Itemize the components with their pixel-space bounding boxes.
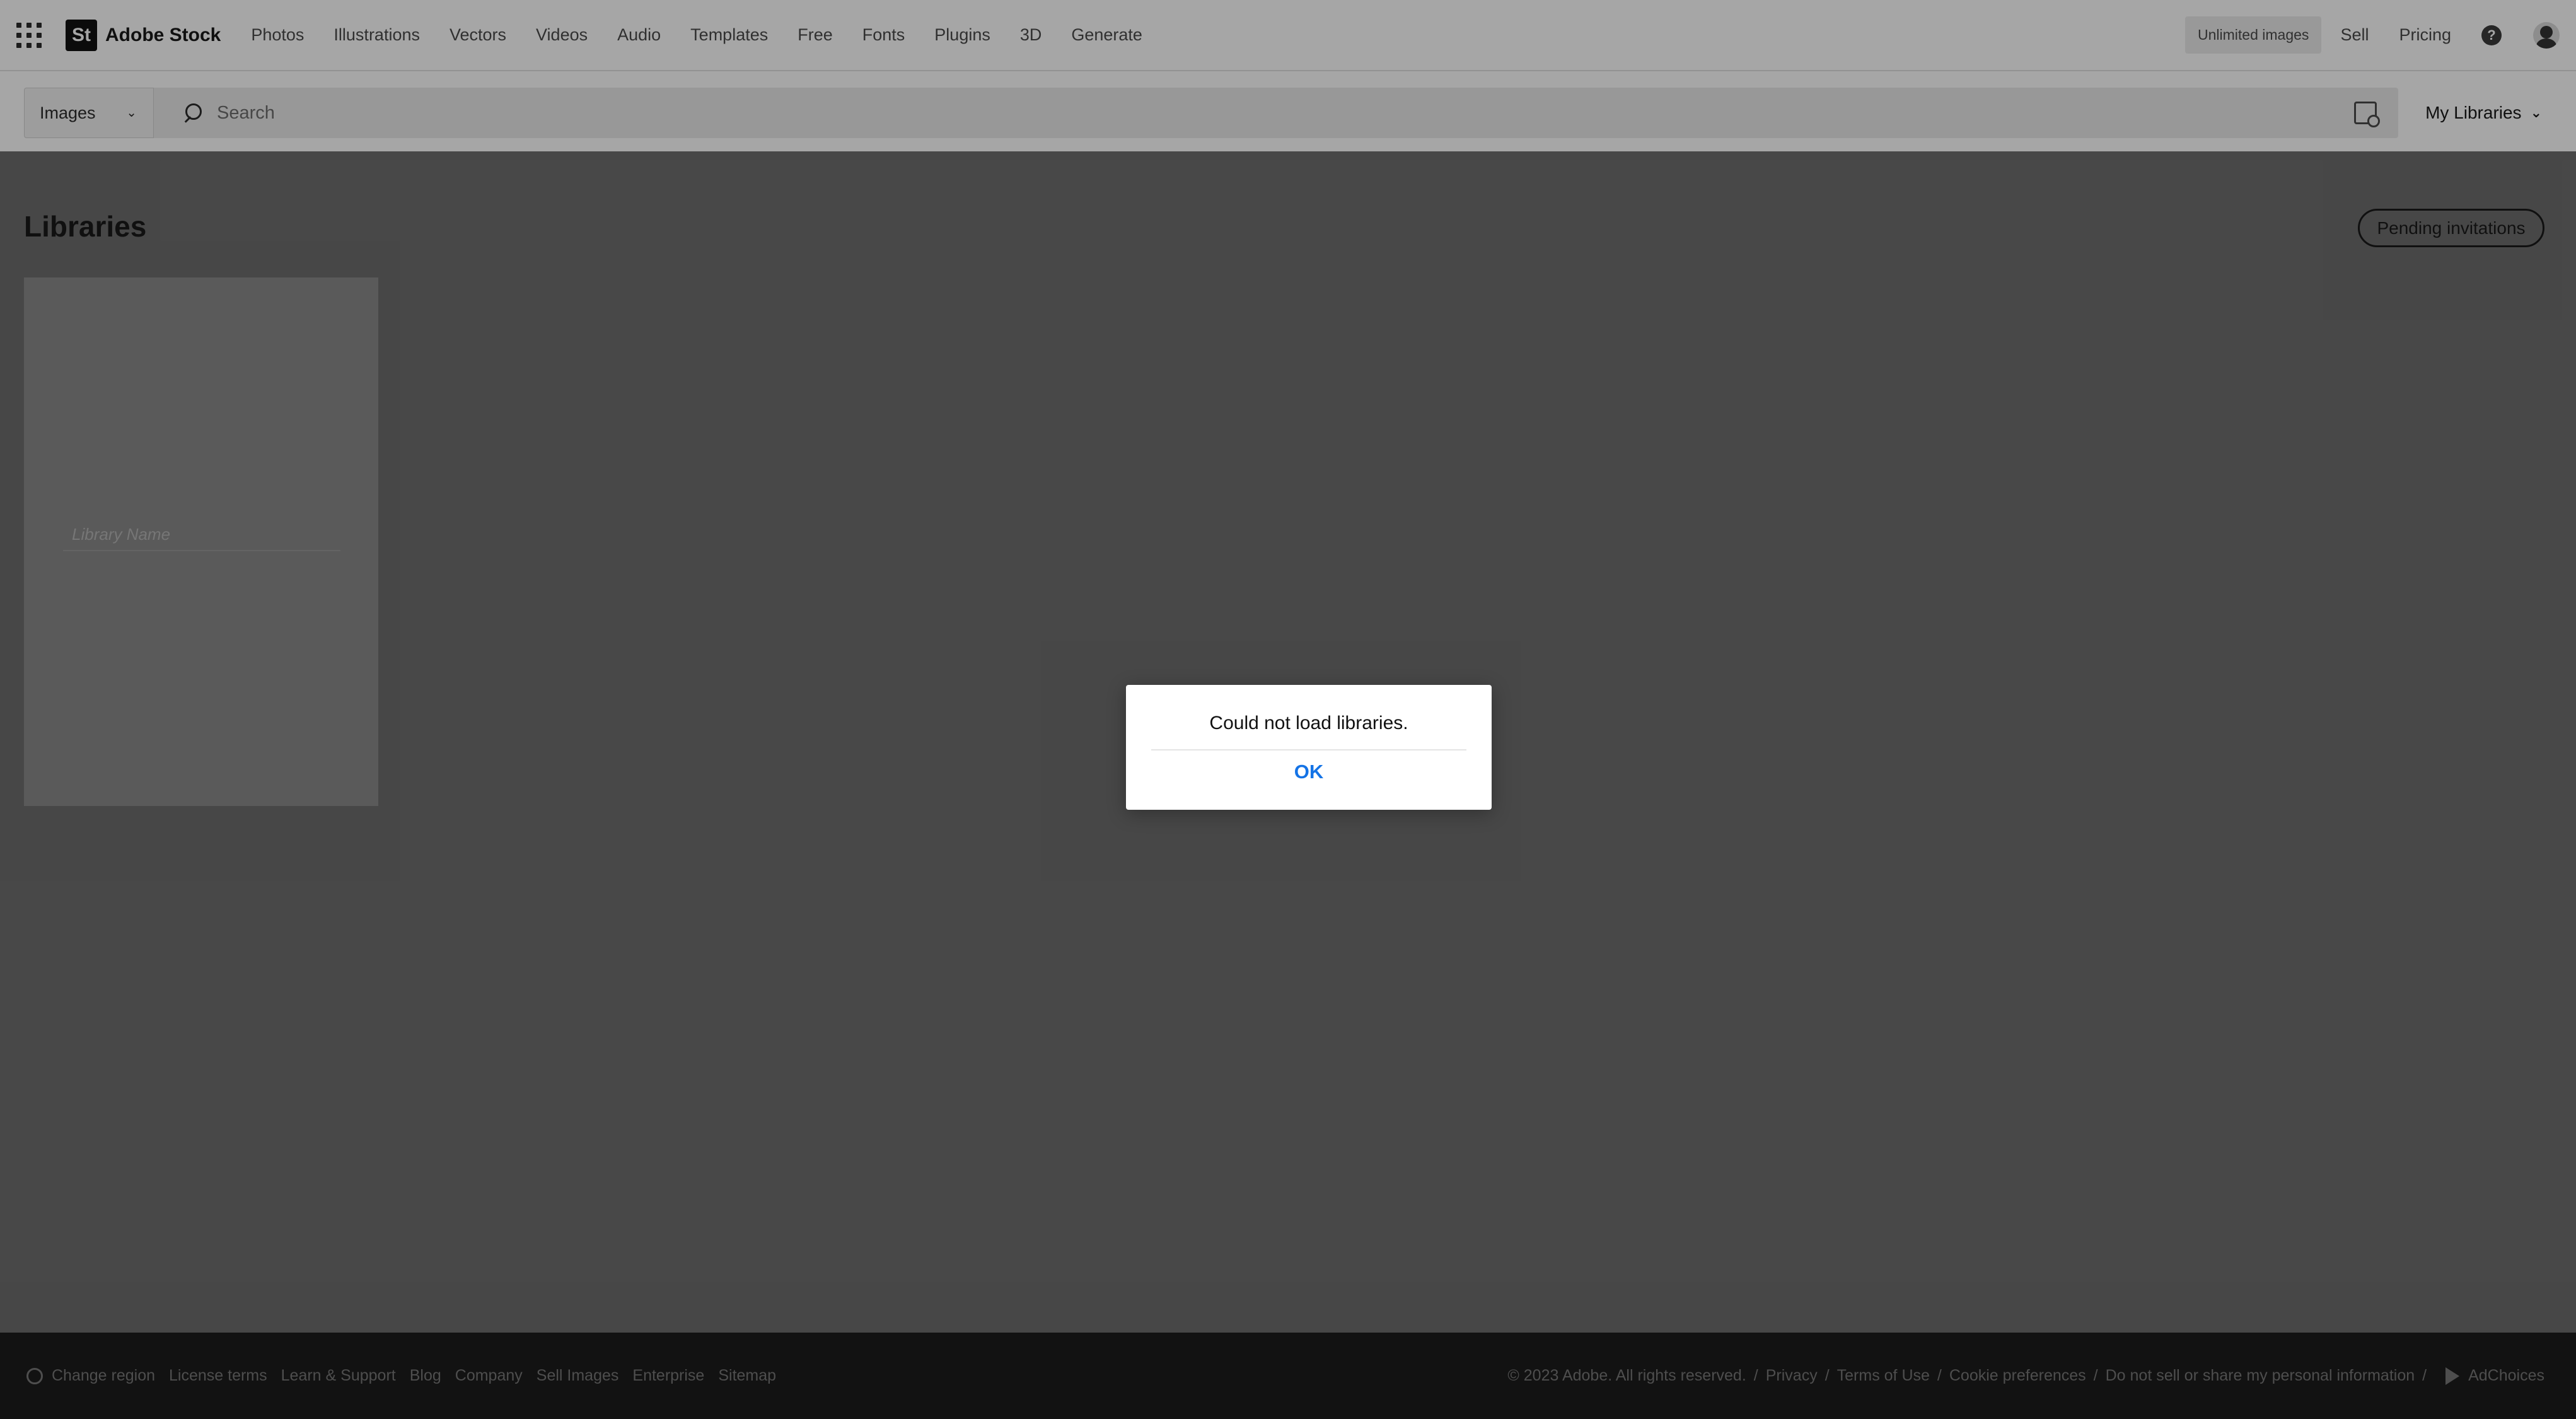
footer-separator: /: [2422, 1367, 2427, 1384]
ok-button[interactable]: OK: [1126, 761, 1492, 783]
footer-separator: /: [1753, 1367, 1758, 1384]
footer-separator: /: [1825, 1367, 1830, 1384]
footer-links: Change region License terms Learn & Supp…: [26, 1367, 790, 1385]
error-dialog: Could not load libraries. OK: [1126, 685, 1492, 810]
footer-adchoices[interactable]: AdChoices: [2468, 1367, 2544, 1385]
footer-blog[interactable]: Blog: [410, 1367, 441, 1385]
footer-sell-images[interactable]: Sell Images: [537, 1367, 619, 1385]
footer-copyright: © 2023 Adobe. All rights reserved.: [1507, 1367, 1746, 1384]
footer-company[interactable]: Company: [455, 1367, 523, 1385]
footer-learn-support[interactable]: Learn & Support: [281, 1367, 396, 1385]
footer-separator: /: [2093, 1367, 2098, 1384]
footer-enterprise[interactable]: Enterprise: [632, 1367, 704, 1385]
footer: Change region License terms Learn & Supp…: [0, 1333, 2576, 1419]
footer-privacy[interactable]: Privacy: [1766, 1367, 1818, 1385]
dialog-message: Could not load libraries.: [1209, 713, 1408, 733]
modal-overlay: [0, 0, 2576, 1333]
footer-license-terms[interactable]: License terms: [169, 1367, 267, 1385]
footer-sitemap[interactable]: Sitemap: [718, 1367, 776, 1385]
dialog-divider: [1151, 749, 1466, 750]
footer-separator: /: [1937, 1367, 1942, 1384]
adchoices-icon: [2445, 1367, 2460, 1385]
footer-cookie-preferences[interactable]: Cookie preferences: [1949, 1367, 2086, 1385]
footer-change-region[interactable]: Change region: [52, 1367, 155, 1385]
footer-legal: © 2023 Adobe. All rights reserved. / Pri…: [1507, 1367, 2544, 1385]
footer-terms-of-use[interactable]: Terms of Use: [1837, 1367, 1930, 1385]
globe-icon: [26, 1367, 43, 1384]
footer-do-not-sell[interactable]: Do not sell or share my personal informa…: [2106, 1367, 2415, 1385]
